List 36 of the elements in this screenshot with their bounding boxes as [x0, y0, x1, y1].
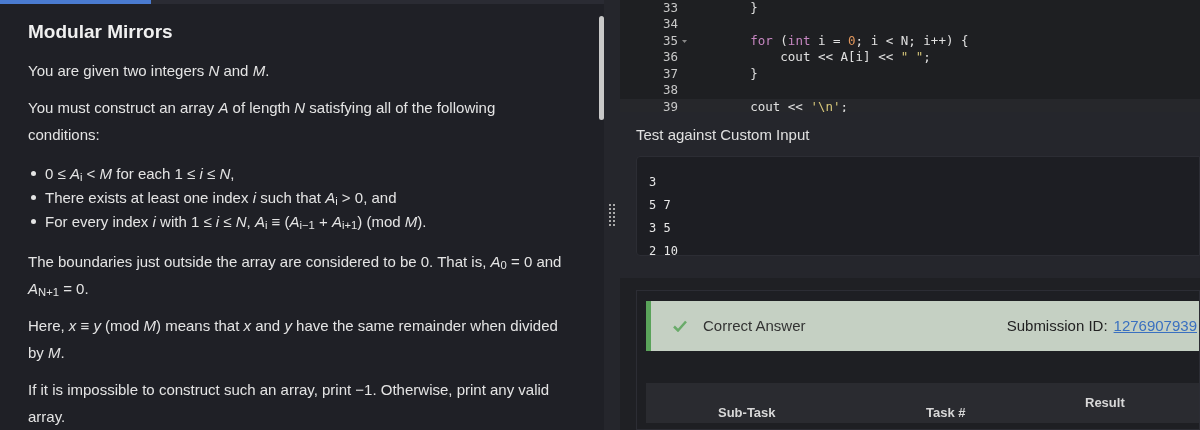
- code-line: }: [749, 0, 758, 17]
- code-line: cout << '\n';: [749, 97, 849, 112]
- bullet-icon: [31, 171, 36, 176]
- paragraph: The boundaries just outside the array are considered to be 0. That is, A$_{0}$ = 0 and A$_{N+1}$ = 0.: [28, 251, 563, 301]
- code-line: for (int i = 0; i < N; i++) {: [749, 31, 969, 50]
- line-number: 37: [661, 64, 678, 83]
- line-number: 38: [661, 81, 678, 100]
- problem-title: Modular Mirrors: [28, 20, 174, 44]
- line-number: 33: [661, 0, 678, 17]
- paragraph: Here, x ≡ y (mod M) means that x and y have the same remainder when divided by M.: [28, 315, 559, 363]
- custom-input-label: Test against Custom Input: [635, 124, 811, 145]
- paragraph: If it is impossible to construct such an array, print −1. Otherwise, print any valid array.: [28, 379, 551, 427]
- list-item: For every index i with 1 ≤ i ≤ N, A$_{i}$ ≡ (A$_{i−1}$ + A$_{i+1}$) (mod M).: [45, 211, 427, 234]
- code-editor[interactable]: 33 } 34 35 for (int i = 0; i < N; i++) { 36 cout << A[i] << " "; 37 } 38 39 cout << '\n';: [620, 0, 1200, 112]
- column-header: Result: [1084, 394, 1125, 412]
- line-number: 39: [661, 97, 678, 112]
- code-line: cout << A[i] << " ";: [779, 48, 931, 67]
- fold-caret-icon[interactable]: [681, 39, 687, 43]
- list-item: There exists at least one index i such that A$_{i}$ > 0, and: [45, 187, 397, 210]
- bullet-icon: [31, 219, 36, 224]
- line-number: 34: [661, 15, 678, 34]
- code-line: }: [749, 64, 758, 83]
- list-item: 0 ≤ A$_{i}$ < M for each 1 ≤ i ≤ N,: [45, 163, 235, 186]
- status-text: Correct Answer: [703, 315, 806, 336]
- line-number: 35: [661, 31, 678, 50]
- bullet-icon: [31, 195, 36, 200]
- column-header: Sub-Task: [717, 404, 777, 422]
- column-header: Task #: [925, 404, 967, 422]
- paragraph: You must construct an array A of length N satisfying all of the following conditions:: [28, 97, 497, 145]
- custom-input-field[interactable]: 3 5 7 3 5 2 10: [636, 156, 1200, 256]
- line-number: 36: [661, 48, 678, 67]
- paragraph: You are given two integers N and M.: [28, 60, 271, 81]
- drag-handle-icon[interactable]: [609, 204, 615, 226]
- check-icon: [673, 320, 687, 332]
- submission-label: Submission ID:: [1006, 315, 1108, 336]
- scrollbar[interactable]: [599, 16, 604, 120]
